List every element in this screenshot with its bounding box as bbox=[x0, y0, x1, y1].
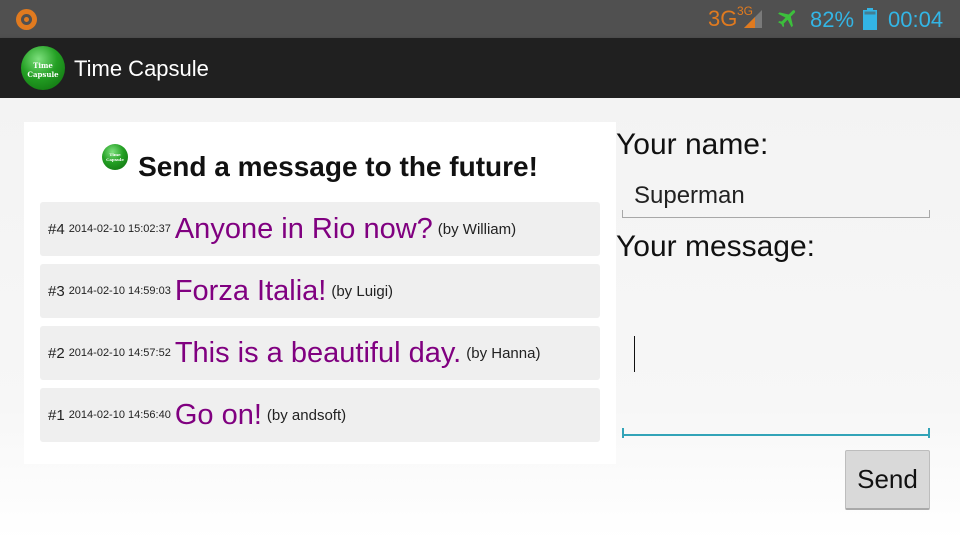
panel-heading-text: Send a message to the future! bbox=[138, 151, 538, 182]
message-timestamp: 2014-02-10 14:56:40 bbox=[68, 409, 171, 421]
message-text: Anyone in Rio now? bbox=[174, 212, 433, 245]
message-number: #2 bbox=[48, 344, 65, 362]
messages-panel: Time Capsule Send a message to the future… bbox=[24, 122, 616, 464]
text-caret bbox=[634, 336, 635, 372]
message-input[interactable] bbox=[622, 276, 930, 436]
message-list: #4 2014-02-10 15:02:37 Anyone in Rio now… bbox=[40, 202, 600, 450]
message-input-edge-right bbox=[928, 428, 930, 438]
message-timestamp: 2014-02-10 15:02:37 bbox=[68, 223, 171, 235]
message-author: (by Luigi) bbox=[331, 282, 394, 300]
content-area: Time Capsule Send a message to the future… bbox=[0, 98, 960, 540]
message-input-edge-left bbox=[622, 428, 624, 438]
time-capsule-icon: Time Capsule bbox=[102, 144, 129, 170]
message-text: Go on! bbox=[174, 398, 262, 431]
message-label: Your message: bbox=[616, 230, 816, 263]
notification-icon bbox=[16, 9, 37, 30]
app-logo-text: Time Capsule bbox=[27, 61, 59, 79]
message-number: #4 bbox=[48, 220, 65, 238]
network-type: 3G bbox=[708, 6, 738, 31]
list-item[interactable]: #2 2014-02-10 14:57:52 This is a beautif… bbox=[40, 326, 600, 380]
message-author: (by andsoft) bbox=[266, 406, 347, 424]
message-author: (by William) bbox=[437, 220, 517, 238]
status-bar: 3G 3G 82% 00:04 bbox=[0, 0, 960, 38]
time-capsule-icon-text: Time Capsule bbox=[106, 152, 124, 162]
app-logo-icon[interactable]: Time Capsule bbox=[21, 46, 65, 90]
airplane-icon bbox=[778, 10, 796, 28]
message-number: #3 bbox=[48, 282, 65, 300]
message-text: This is a beautiful day. bbox=[174, 336, 462, 369]
name-input-edge-right bbox=[929, 210, 930, 218]
name-input[interactable] bbox=[622, 174, 930, 218]
action-bar: Time Capsule Time Capsule bbox=[0, 38, 960, 98]
list-item[interactable]: #1 2014-02-10 14:56:40 Go on! (by andsof… bbox=[40, 388, 600, 442]
send-button[interactable]: Send bbox=[845, 450, 930, 510]
clock: 00:04 bbox=[888, 7, 944, 32]
battery-icon bbox=[863, 8, 877, 30]
message-number: #1 bbox=[48, 406, 65, 424]
battery-percent: 82% bbox=[810, 7, 855, 32]
message-author: (by Hanna) bbox=[466, 344, 541, 362]
name-input-edge-left bbox=[622, 210, 623, 218]
list-item[interactable]: #3 2014-02-10 14:59:03 Forza Italia! (by… bbox=[40, 264, 600, 318]
panel-heading: Time Capsule Send a message to the future… bbox=[24, 144, 616, 183]
signal-icon bbox=[744, 10, 762, 28]
message-text: Forza Italia! bbox=[174, 274, 327, 307]
app-title: Time Capsule bbox=[74, 56, 209, 81]
name-label: Your name: bbox=[616, 128, 769, 161]
message-timestamp: 2014-02-10 14:57:52 bbox=[68, 347, 171, 359]
list-item[interactable]: #4 2014-02-10 15:02:37 Anyone in Rio now… bbox=[40, 202, 600, 256]
message-timestamp: 2014-02-10 14:59:03 bbox=[68, 285, 171, 297]
